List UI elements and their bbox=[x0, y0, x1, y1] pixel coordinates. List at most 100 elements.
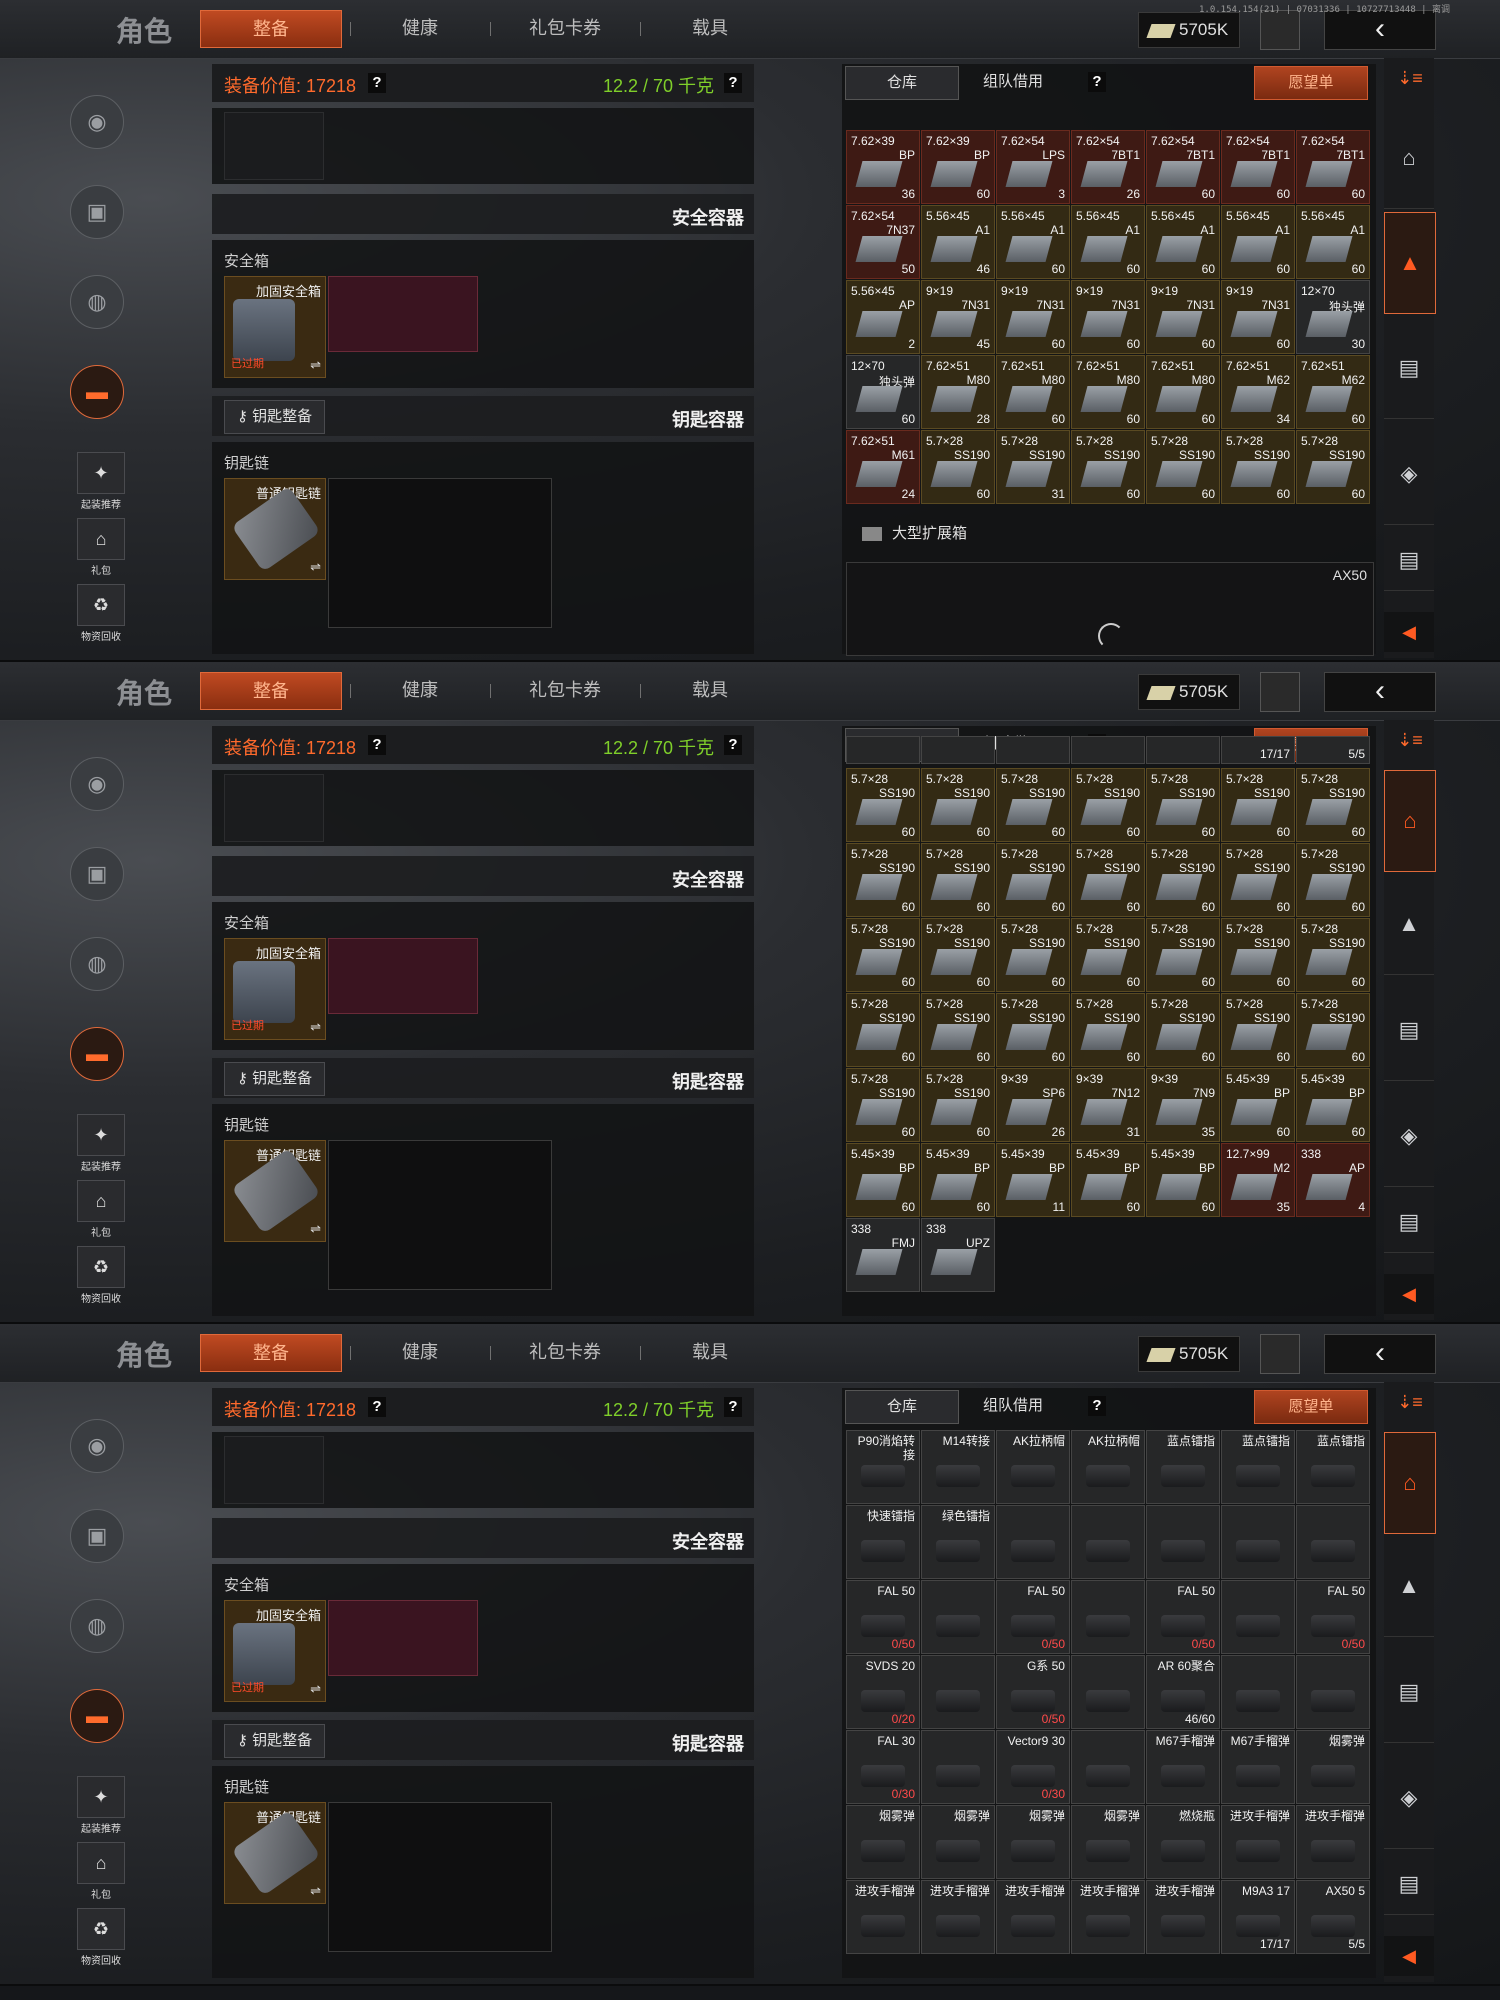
help-icon[interactable]: ? bbox=[368, 1397, 386, 1417]
helmet-icon[interactable]: ◉ bbox=[70, 95, 124, 149]
case-icon[interactable]: ▤ bbox=[1384, 980, 1434, 1081]
collapse-icon[interactable]: ◀ bbox=[1384, 612, 1434, 652]
item-cell[interactable]: 进攻手榴弹 bbox=[996, 1880, 1070, 1954]
ammo-cell[interactable]: 5.7×28 SS190 60 bbox=[921, 1068, 995, 1142]
home-icon[interactable]: ⌂ bbox=[1384, 770, 1436, 872]
ammo-cell[interactable]: 5.7×28 SS190 60 bbox=[846, 993, 920, 1067]
box-icon[interactable]: ◈ bbox=[1384, 424, 1434, 525]
ammo-cell[interactable]: 5.56×45 AP 2 bbox=[846, 280, 920, 354]
item-cell[interactable]: 进攻手榴弹 bbox=[1296, 1805, 1370, 1879]
key-equip-button[interactable]: ⚷ 钥匙整备 bbox=[224, 1062, 326, 1096]
sort-icon[interactable]: ⇣≡ bbox=[1390, 1392, 1430, 1420]
item-cell[interactable] bbox=[1071, 1580, 1145, 1654]
backpack-icon[interactable]: ◍ bbox=[70, 1599, 124, 1653]
ammo-cell[interactable]: 5.56×45 A1 46 bbox=[921, 205, 995, 279]
ammo-cell[interactable]: 5.7×28 SS190 60 bbox=[996, 843, 1070, 917]
ammo-cell[interactable]: 5.56×45 A1 60 bbox=[1221, 205, 1295, 279]
tab-health[interactable]: 健康 bbox=[360, 1334, 480, 1370]
case-icon[interactable]: ▤ bbox=[1384, 530, 1434, 591]
box-icon[interactable]: ◈ bbox=[1384, 1748, 1434, 1849]
ammo-icon[interactable]: ▲ bbox=[1384, 212, 1436, 314]
item-cell[interactable]: 蓝点镭指 bbox=[1221, 1430, 1295, 1504]
gift-button[interactable]: ⌂ 礼包 bbox=[76, 1842, 126, 1901]
item-cell[interactable] bbox=[1071, 1730, 1145, 1804]
keychain-grid[interactable] bbox=[328, 478, 552, 628]
item-cell[interactable]: 5/5 bbox=[1296, 736, 1370, 764]
item-cell[interactable] bbox=[1221, 1655, 1295, 1729]
help-icon[interactable]: ? bbox=[1088, 72, 1106, 92]
item-cell[interactable]: 进攻手榴弹 bbox=[1071, 1880, 1145, 1954]
ammo-cell[interactable]: 338 AP 4 bbox=[1296, 1143, 1370, 1217]
ammo-cell[interactable]: 5.7×28 SS190 60 bbox=[1146, 843, 1220, 917]
storage-help-icon[interactable]: ? bbox=[1085, 66, 1109, 98]
help-icon[interactable]: ? bbox=[724, 1397, 742, 1417]
ammo-cell[interactable]: 5.7×28 SS190 60 bbox=[921, 768, 995, 842]
ammo-cell[interactable]: 7.62×54 7BT1 26 bbox=[1071, 130, 1145, 204]
loadout-recommend-button[interactable]: ✦ 起装推荐 bbox=[76, 1114, 126, 1173]
item-cell[interactable]: M67手榴弹 bbox=[1221, 1730, 1295, 1804]
item-cell[interactable] bbox=[1296, 1655, 1370, 1729]
item-cell[interactable]: SVDS 20 0/20 bbox=[846, 1655, 920, 1729]
ammo-cell[interactable]: 7.62×39 BP 60 bbox=[921, 130, 995, 204]
item-cell[interactable]: FAL 50 0/50 bbox=[1296, 1580, 1370, 1654]
tab-gift-cards[interactable]: 礼包卡券 bbox=[500, 672, 630, 708]
box-icon[interactable]: ◈ bbox=[1384, 1086, 1434, 1187]
item-cell[interactable]: AR 60聚合 46/60 bbox=[1146, 1655, 1220, 1729]
item-cell[interactable] bbox=[846, 736, 920, 764]
item-cell[interactable]: AK拉柄帽 bbox=[996, 1430, 1070, 1504]
ammo-cell[interactable]: 338 FMJ bbox=[846, 1218, 920, 1292]
ammo-cell[interactable]: 5.7×28 SS190 60 bbox=[1146, 993, 1220, 1067]
ammo-cell[interactable]: 5.7×28 SS190 60 bbox=[846, 918, 920, 992]
tab-vehicle[interactable]: 载具 bbox=[650, 10, 770, 46]
tab-team-borrow[interactable]: 组队借用 bbox=[959, 66, 1067, 98]
item-cell[interactable]: 烟雾弹 bbox=[1071, 1805, 1145, 1879]
ammo-cell[interactable]: 5.7×28 SS190 60 bbox=[996, 993, 1070, 1067]
swap-icon[interactable]: ⇌ bbox=[310, 1019, 321, 1035]
item-cell[interactable] bbox=[996, 736, 1070, 764]
currency-display[interactable]: 5705K bbox=[1138, 12, 1240, 48]
wishlist-button[interactable]: 愿望单 bbox=[1254, 1390, 1368, 1424]
help-icon[interactable]: ? bbox=[724, 735, 742, 755]
item-cell[interactable]: 快速镭指 bbox=[846, 1505, 920, 1579]
tab-team-borrow[interactable]: 组队借用 bbox=[959, 1390, 1067, 1422]
ammo-cell[interactable]: 9×39 SP6 26 bbox=[996, 1068, 1070, 1142]
ammo-cell[interactable]: 5.56×45 A1 60 bbox=[1296, 205, 1370, 279]
swap-icon[interactable]: ⇌ bbox=[310, 559, 321, 575]
item-cell[interactable] bbox=[921, 1730, 995, 1804]
ammo-cell[interactable]: 9×19 7N31 60 bbox=[996, 280, 1070, 354]
ammo-cell[interactable]: 5.7×28 SS190 60 bbox=[1296, 993, 1370, 1067]
item-cell[interactable]: 蓝点镭指 bbox=[1296, 1430, 1370, 1504]
tab-vehicle[interactable]: 载具 bbox=[650, 1334, 770, 1370]
ammo-cell[interactable]: 5.7×28 SS190 60 bbox=[1071, 993, 1145, 1067]
ammo-cell[interactable]: 5.7×28 SS190 60 bbox=[846, 768, 920, 842]
loadout-recommend-button[interactable]: ✦ 起装推荐 bbox=[76, 1776, 126, 1835]
safe-box-item[interactable]: 加固安全箱 已过期 ⇌ bbox=[224, 276, 326, 378]
keychain-item[interactable]: 普通钥匙链 ⇌ bbox=[224, 478, 326, 580]
ammo-cell[interactable]: 5.7×28 SS190 60 bbox=[1071, 768, 1145, 842]
swap-icon[interactable]: ⇌ bbox=[310, 357, 321, 373]
ammo-cell[interactable]: 5.7×28 SS190 60 bbox=[1221, 430, 1295, 504]
item-cell[interactable] bbox=[1071, 1505, 1145, 1579]
ammo-cell[interactable]: 5.7×28 SS190 60 bbox=[846, 1068, 920, 1142]
ammo-cell[interactable]: 7.62×54 7N37 50 bbox=[846, 205, 920, 279]
tab-health[interactable]: 健康 bbox=[360, 672, 480, 708]
item-cell[interactable]: Vector9 30 0/30 bbox=[996, 1730, 1070, 1804]
item-cell[interactable]: FAL 30 0/30 bbox=[846, 1730, 920, 1804]
safe-box-item[interactable]: 加固安全箱 已过期 ⇌ bbox=[224, 1600, 326, 1702]
ammo-cell[interactable]: 5.45×39 BP 60 bbox=[1221, 1068, 1295, 1142]
tab-equip[interactable]: 整备 bbox=[200, 672, 342, 710]
ammo-cell[interactable]: 5.7×28 SS190 60 bbox=[1146, 918, 1220, 992]
keychain-item[interactable]: 普通钥匙链 ⇌ bbox=[224, 1140, 326, 1242]
item-cell[interactable]: AK拉柄帽 bbox=[1071, 1430, 1145, 1504]
item-cell[interactable] bbox=[921, 1655, 995, 1729]
safe-box-grid[interactable] bbox=[328, 276, 478, 352]
ammo-cell[interactable]: 5.7×28 SS190 60 bbox=[996, 918, 1070, 992]
ammo-cell[interactable]: 5.7×28 SS190 60 bbox=[1221, 768, 1295, 842]
safe-box-item[interactable]: 加固安全箱 已过期 ⇌ bbox=[224, 938, 326, 1040]
ammo-cell[interactable]: 5.7×28 SS190 60 bbox=[1221, 993, 1295, 1067]
item-cell[interactable] bbox=[1221, 1580, 1295, 1654]
wishlist-button[interactable]: 愿望单 bbox=[1254, 66, 1368, 100]
ammo-cell[interactable]: 12.7×99 M2 35 bbox=[1221, 1143, 1295, 1217]
item-cell[interactable]: 17/17 bbox=[1221, 736, 1295, 764]
tab-vehicle[interactable]: 载具 bbox=[650, 672, 770, 708]
